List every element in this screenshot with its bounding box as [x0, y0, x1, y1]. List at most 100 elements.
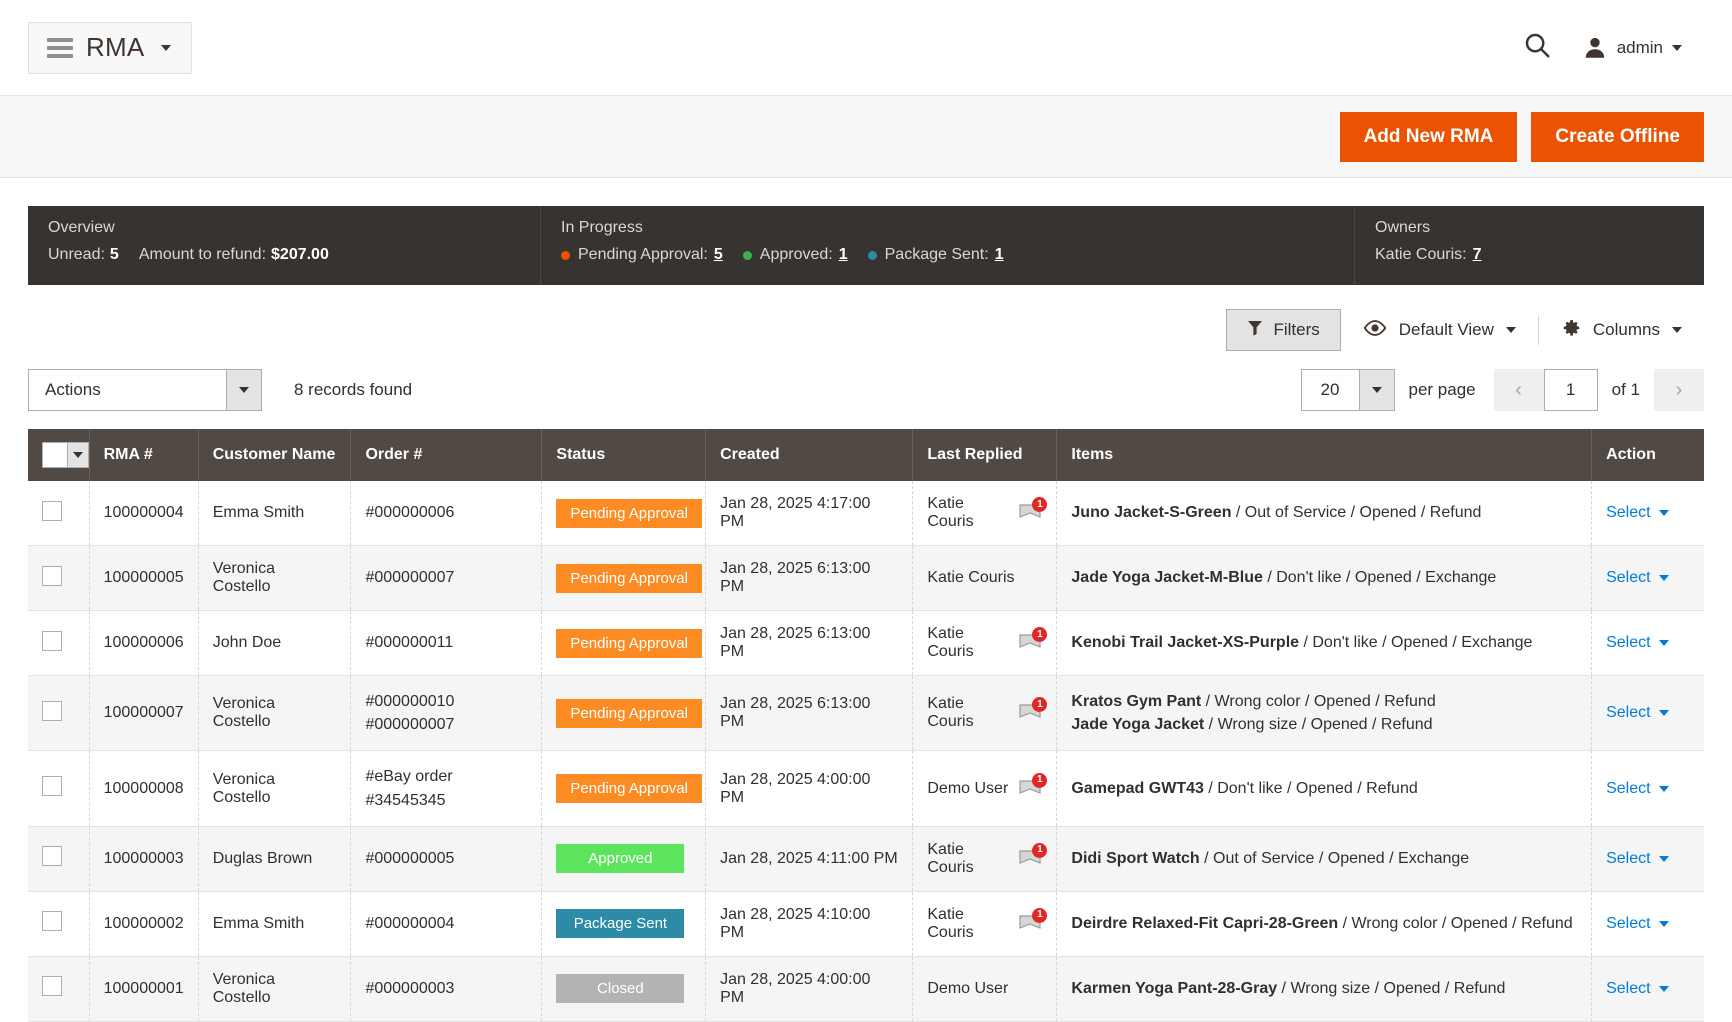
row-action-select[interactable]: Select: [1606, 980, 1668, 998]
row-action-select[interactable]: Select: [1606, 704, 1668, 722]
table-row[interactable]: 100000001 Veronica Costello #000000003 C…: [28, 956, 1704, 1021]
column-header-last-replied[interactable]: Last Replied: [913, 429, 1057, 481]
row-action-select[interactable]: Select: [1606, 569, 1668, 587]
last-replier: Demo User1: [927, 779, 1042, 799]
row-select-cell[interactable]: [28, 751, 89, 826]
pagination-controls: 20 per page ‹ of 1 ›: [1301, 369, 1704, 411]
cell-status: Pending Approval: [542, 751, 706, 826]
select-all-checkbox-dropdown[interactable]: [42, 442, 89, 468]
column-header-order[interactable]: Order #: [351, 429, 542, 481]
row-action-select[interactable]: Select: [1606, 850, 1668, 868]
row-select-cell[interactable]: [28, 676, 89, 751]
stats-wrapper: Overview Unread: 5 Amount to refund: $20…: [0, 178, 1732, 285]
user-avatar-icon: [1582, 35, 1608, 61]
select-label: Select: [1606, 504, 1650, 522]
user-menu[interactable]: admin: [1582, 35, 1682, 61]
row-checkbox[interactable]: [42, 566, 62, 586]
create-offline-button[interactable]: Create Offline: [1531, 112, 1704, 162]
per-page-dropdown[interactable]: 20: [1301, 369, 1395, 411]
pending-approval-count-link[interactable]: 5: [714, 246, 723, 264]
total-pages-label: of 1: [1612, 380, 1640, 400]
approved-label: Approved:: [760, 246, 833, 264]
unread-flag-icon[interactable]: 1: [1018, 849, 1042, 869]
unread-flag-icon[interactable]: 1: [1018, 503, 1042, 523]
row-checkbox[interactable]: [42, 776, 62, 796]
table-row[interactable]: 100000005 Veronica Costello #000000007 P…: [28, 546, 1704, 611]
table-row[interactable]: 100000002 Emma Smith #000000004 Package …: [28, 891, 1704, 956]
cell-customer-name: Emma Smith: [198, 481, 351, 546]
select-all-header[interactable]: [28, 429, 89, 481]
row-checkbox[interactable]: [42, 701, 62, 721]
cell-last-replied: Katie Couris: [913, 546, 1057, 611]
column-header-status[interactable]: Status: [542, 429, 706, 481]
row-select-cell[interactable]: [28, 826, 89, 891]
row-action-select[interactable]: Select: [1606, 780, 1668, 798]
row-checkbox[interactable]: [42, 911, 62, 931]
checkbox-box[interactable]: [42, 442, 67, 468]
cell-action[interactable]: Select: [1592, 751, 1704, 826]
approved-count-link[interactable]: 1: [839, 246, 848, 264]
cell-order: #000000010#000000007: [351, 676, 542, 751]
unread-flag-icon[interactable]: 1: [1018, 633, 1042, 653]
row-checkbox[interactable]: [42, 846, 62, 866]
page-number-input[interactable]: [1544, 369, 1598, 411]
row-select-cell[interactable]: [28, 546, 89, 611]
unread-count-badge: 1: [1032, 843, 1047, 858]
row-select-cell[interactable]: [28, 891, 89, 956]
row-action-select[interactable]: Select: [1606, 915, 1668, 933]
table-row[interactable]: 100000006 John Doe #000000011 Pending Ap…: [28, 611, 1704, 676]
filters-button[interactable]: Filters: [1226, 309, 1340, 351]
column-header-rma[interactable]: RMA #: [89, 429, 198, 481]
menu-label: RMA: [86, 32, 144, 63]
cell-action[interactable]: Select: [1592, 546, 1704, 611]
main-menu-toggle[interactable]: RMA: [28, 22, 192, 74]
view-bookmarks-dropdown[interactable]: Default View: [1341, 309, 1538, 351]
last-replier: Katie Couris1: [927, 495, 1042, 531]
row-action-select[interactable]: Select: [1606, 504, 1668, 522]
table-row[interactable]: 100000003 Duglas Brown #000000005 Approv…: [28, 826, 1704, 891]
package-sent-count-link[interactable]: 1: [995, 246, 1004, 264]
cell-status: Pending Approval: [542, 611, 706, 676]
row-select-cell[interactable]: [28, 481, 89, 546]
previous-page-button[interactable]: ‹: [1494, 369, 1544, 411]
table-row[interactable]: 100000007 Veronica Costello #000000010#0…: [28, 676, 1704, 751]
row-checkbox[interactable]: [42, 501, 62, 521]
rma-statistics-bar: Overview Unread: 5 Amount to refund: $20…: [28, 206, 1704, 285]
next-page-button[interactable]: ›: [1654, 369, 1704, 411]
unread-flag-icon[interactable]: 1: [1018, 914, 1042, 934]
cell-action[interactable]: Select: [1592, 676, 1704, 751]
owner-count-link[interactable]: 7: [1473, 246, 1482, 264]
replier-name: Demo User: [927, 980, 1008, 998]
column-header-items[interactable]: Items: [1057, 429, 1592, 481]
unread-count-badge: 1: [1032, 697, 1047, 712]
row-action-select[interactable]: Select: [1606, 634, 1668, 652]
column-header-created[interactable]: Created: [706, 429, 913, 481]
columns-dropdown[interactable]: Columns: [1539, 309, 1704, 351]
cell-action[interactable]: Select: [1592, 956, 1704, 1021]
search-icon[interactable]: [1522, 30, 1552, 65]
rma-item: Jade Yoga Jacket / Wrong size / Opened /…: [1071, 713, 1577, 736]
unread-flag-icon[interactable]: 1: [1018, 779, 1042, 799]
chevron-down-icon[interactable]: [67, 442, 88, 468]
cell-order: #eBay order #34545345: [351, 751, 542, 826]
cell-action[interactable]: Select: [1592, 891, 1704, 956]
table-row[interactable]: 100000008 Veronica Costello #eBay order …: [28, 751, 1704, 826]
unread-flag-icon[interactable]: 1: [1018, 703, 1042, 723]
cell-action[interactable]: Select: [1592, 481, 1704, 546]
gear-icon: [1561, 318, 1581, 343]
mass-actions-dropdown[interactable]: Actions: [28, 369, 262, 411]
row-select-cell[interactable]: [28, 956, 89, 1021]
row-checkbox[interactable]: [42, 976, 62, 996]
chevron-down-icon: [1659, 786, 1669, 792]
last-replier: Demo User: [927, 980, 1042, 998]
cell-action[interactable]: Select: [1592, 611, 1704, 676]
table-row[interactable]: 100000004 Emma Smith #000000006 Pending …: [28, 481, 1704, 546]
stat-owners-line: Katie Couris: 7: [1375, 246, 1684, 264]
cell-action[interactable]: Select: [1592, 826, 1704, 891]
column-header-customer-name[interactable]: Customer Name: [198, 429, 351, 481]
cell-rma: 100000007: [89, 676, 198, 751]
row-checkbox[interactable]: [42, 631, 62, 651]
add-new-rma-button[interactable]: Add New RMA: [1340, 112, 1518, 162]
row-select-cell[interactable]: [28, 611, 89, 676]
order-number: #000000010: [365, 690, 527, 713]
